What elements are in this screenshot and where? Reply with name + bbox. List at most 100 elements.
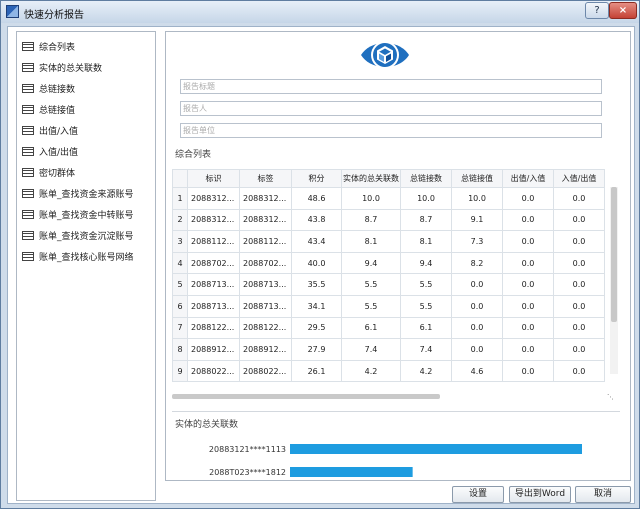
cell-link-value: 0.0 [451,338,503,361]
chart-bar [290,467,413,477]
cell-assoc: 10.0 [341,187,401,210]
cell-score: 27.9 [291,338,342,361]
cell-links: 4.2 [400,359,452,383]
sidebar-item-label: 出值/入值 [39,126,79,137]
cell-link-value: 4.6 [451,359,503,383]
resize-grip-icon: ⋱ [607,393,614,401]
help-button[interactable]: ? [585,2,609,19]
cell-assoc: 9.4 [341,251,401,275]
column-header[interactable]: 标签 [239,169,292,188]
table-row[interactable]: 3 2088112... 2088112... 43.4 8.1 8.1 7.3… [172,230,605,253]
column-header[interactable]: 实体的总关联数 [341,169,401,188]
cell-in-out: 0.0 [553,359,605,383]
cell-tag: 2088122... [239,316,292,340]
table-row[interactable]: 5 2088713... 2088713... 35.5 5.5 5.5 0.0… [172,273,605,296]
list-icon [22,251,34,261]
table-horizontal-scrollbar[interactable] [172,394,440,399]
sidebar-item-label: 综合列表 [39,42,76,53]
cell-links: 8.7 [400,208,452,232]
sidebar-item-fund-transit[interactable]: 账单_查找资金中转账号 [22,206,134,222]
cell-link-value: 7.3 [451,230,503,253]
cell-out-in: 0.0 [502,251,554,275]
cell-out-in: 0.0 [502,208,554,232]
table-row[interactable]: 9 2088022... 2088022... 26.1 4.2 4.2 4.6… [172,359,605,383]
table-row[interactable]: 4 2088702... 2088702... 40.0 9.4 9.4 8.2… [172,251,605,275]
cell-tag: 2088312... [239,187,292,210]
report-title-input[interactable]: 报告标题 [180,79,602,94]
sidebar-item-label: 账单_查找资金中转账号 [39,210,134,221]
row-number: 7 [172,316,188,340]
column-header[interactable]: 标识 [187,169,240,188]
settings-button[interactable]: 设置 [452,486,504,503]
sidebar-item-close-group[interactable]: 密切群体 [22,164,75,180]
cell-assoc: 8.7 [341,208,401,232]
cell-links: 5.5 [400,294,452,318]
sidebar-item-summary-list[interactable]: 综合列表 [22,38,75,54]
cell-out-in: 0.0 [502,359,554,383]
column-header[interactable]: 入值/出值 [553,169,605,188]
cell-tag: 2088713... [239,273,292,296]
column-header[interactable]: 总链接值 [451,169,503,188]
cancel-button[interactable]: 取消 [575,486,631,503]
sidebar-item-out-in[interactable]: 出值/入值 [22,122,78,138]
cell-link-value: 0.0 [451,273,503,296]
list-icon [22,41,34,51]
cell-id: 2088022... [187,359,240,383]
table-row[interactable]: 6 2088713... 2088713... 34.1 5.5 5.5 0.0… [172,294,605,318]
cell-assoc: 5.5 [341,294,401,318]
sidebar-item-entity-associations[interactable]: 实体的总关联数 [22,59,102,75]
summary-list-title: 综合列表 [175,150,212,160]
sidebar-item-label: 总链接数 [39,84,76,95]
sidebar-item-total-links[interactable]: 总链接数 [22,80,75,96]
sidebar-item-core-network[interactable]: 账单_查找核心账号网络 [22,248,134,264]
cell-links: 7.4 [400,338,452,361]
cell-links: 9.4 [400,251,452,275]
summary-table-container: 标识 标签 积分 实体的总关联数 总链接数 总链接值 出值/入值 入值/出值 1 [172,169,612,391]
cell-assoc: 5.5 [341,273,401,296]
cell-assoc: 7.4 [341,338,401,361]
cell-score: 35.5 [291,273,342,296]
cell-in-out: 0.0 [553,338,605,361]
table-row[interactable]: 1 2088312... 2088312... 48.6 10.0 10.0 1… [172,187,605,210]
cell-in-out: 0.0 [553,230,605,253]
cell-score: 26.1 [291,359,342,383]
sidebar-item-fund-sink[interactable]: 账单_查找资金沉淀账号 [22,227,134,243]
list-icon [22,104,34,114]
close-button[interactable]: × [609,2,637,19]
table-row[interactable]: 2 2088312... 2088312... 43.8 8.7 8.7 9.1… [172,208,605,232]
scrollbar-thumb[interactable] [611,187,617,322]
cell-assoc: 8.1 [341,230,401,253]
table-row[interactable]: 8 2088912... 2088912... 27.9 7.4 7.4 0.0… [172,338,605,361]
cell-in-out: 0.0 [553,294,605,318]
cell-assoc: 4.2 [341,359,401,383]
column-header[interactable]: 总链接数 [400,169,452,188]
cell-tag: 2088312... [239,208,292,232]
cell-tag: 2088702... [239,251,292,275]
cell-id: 2088312... [187,187,240,210]
sidebar-item-in-out[interactable]: 入值/出值 [22,143,78,159]
cell-score: 34.1 [291,294,342,318]
cell-tag: 2088022... [239,359,292,383]
cell-tag: 2088112... [239,230,292,253]
row-number: 5 [172,273,188,296]
table-row[interactable]: 7 2088122... 2088122... 29.5 6.1 6.1 0.0… [172,316,605,340]
cell-score: 48.6 [291,187,342,210]
table-vertical-scrollbar[interactable] [610,187,618,374]
summary-table[interactable]: 标识 标签 积分 实体的总关联数 总链接数 总链接值 出值/入值 入值/出值 1 [172,169,605,383]
chart-category-label: 20883121****1113 [209,445,286,454]
sidebar-item-fund-source[interactable]: 账单_查找资金来源账号 [22,185,134,201]
section-divider [172,411,620,412]
export-word-button[interactable]: 导出到Word [509,486,571,503]
cell-score: 43.8 [291,208,342,232]
column-header[interactable]: 出值/入值 [502,169,554,188]
cell-tag: 2088912... [239,338,292,361]
column-header[interactable]: 积分 [291,169,342,188]
chart-category-label: 2088T023****1812 [209,468,286,477]
sidebar-item-total-link-value[interactable]: 总链接值 [22,101,75,117]
cell-id: 2088702... [187,251,240,275]
report-unit-input[interactable]: 报告单位 [180,123,602,138]
reporter-input[interactable]: 报告人 [180,101,602,116]
sidebar-item-label: 账单_查找资金来源账号 [39,189,134,200]
client-area: 综合列表 实体的总关联数 总链接数 总链接值 出值/入值 入值/出值 密切群体 … [7,26,635,504]
cell-out-in: 0.0 [502,316,554,340]
